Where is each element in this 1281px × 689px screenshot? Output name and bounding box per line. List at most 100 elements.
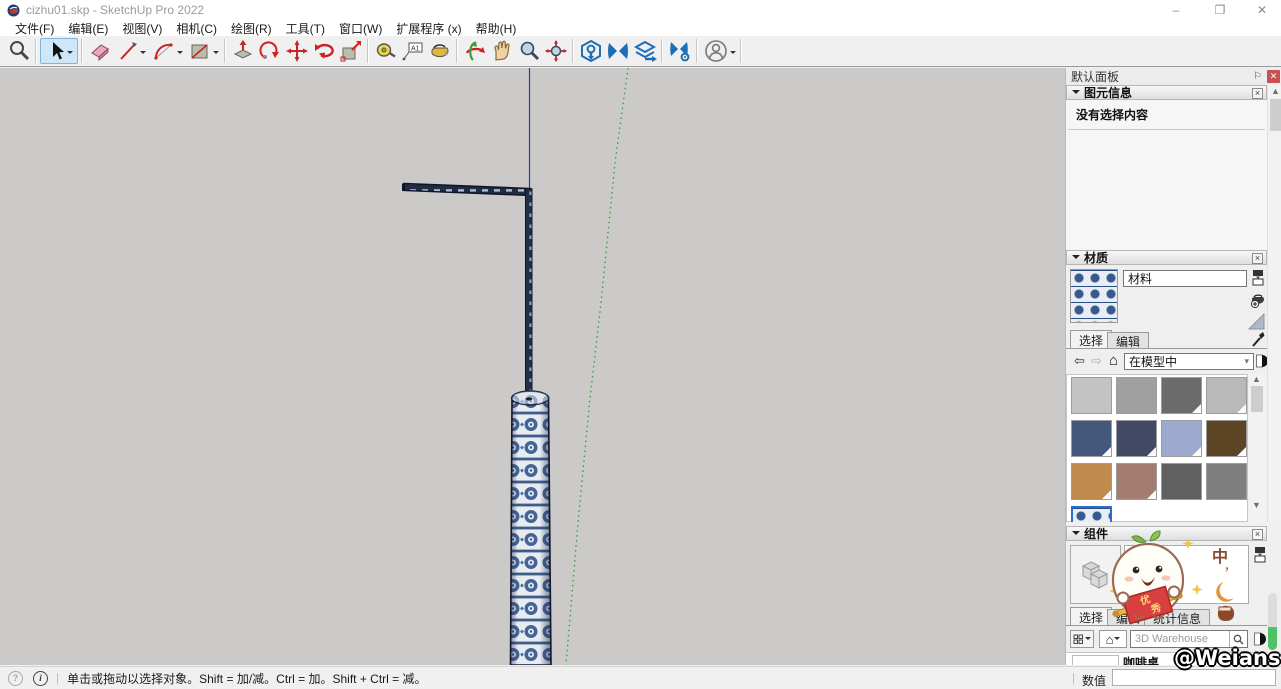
overlay-scrollbar[interactable]: [1268, 593, 1277, 650]
material-preview-thumbnail[interactable]: [1070, 269, 1118, 323]
zoom-extents-button[interactable]: [542, 38, 569, 64]
scrollbar-thumb[interactable]: [1251, 386, 1263, 412]
collapse-triangle-icon[interactable]: [1072, 255, 1080, 263]
materials-tab-select[interactable]: 选择: [1070, 330, 1112, 349]
material-swatch[interactable]: [1116, 463, 1157, 500]
menu-file[interactable]: 文件(F): [8, 20, 61, 37]
lamp-pole[interactable]: [526, 189, 533, 399]
menu-window[interactable]: 窗口(W): [332, 20, 389, 37]
sample-paint-icon[interactable]: [1248, 313, 1265, 330]
orbit-tool-button[interactable]: [461, 38, 488, 64]
info-icon[interactable]: i: [33, 671, 48, 686]
material-swatch[interactable]: [1206, 377, 1247, 414]
material-swatch[interactable]: [1071, 377, 1112, 414]
search-button[interactable]: [1229, 631, 1247, 647]
components-tab-select[interactable]: 选择: [1070, 607, 1112, 626]
components-header[interactable]: 组件 ×: [1066, 526, 1267, 541]
account-button[interactable]: [701, 38, 737, 64]
material-swatch[interactable]: [1071, 506, 1112, 522]
details-arrow-icon[interactable]: [1256, 353, 1267, 369]
help-icon[interactable]: ?: [8, 671, 23, 686]
material-swatch[interactable]: [1161, 420, 1202, 457]
entity-info-body: 没有选择内容: [1066, 100, 1267, 250]
materials-header[interactable]: 材质 ×: [1066, 250, 1267, 265]
pin-icon[interactable]: ⚐: [1253, 71, 1262, 82]
menu-edit[interactable]: 编辑(E): [61, 20, 115, 37]
text-tool-button[interactable]: A1: [399, 38, 426, 64]
skin-extension-button[interactable]: [631, 38, 658, 64]
eyedropper-icon[interactable]: [1251, 331, 1265, 348]
view-options-button[interactable]: [1070, 630, 1094, 648]
tray-close-icon[interactable]: ✕: [1267, 70, 1280, 83]
materials-scrollbar[interactable]: ▲ ▼: [1249, 374, 1265, 522]
entity-info-header[interactable]: 图元信息 ×: [1066, 85, 1267, 100]
minimize-button[interactable]: –: [1154, 0, 1198, 20]
extension-warehouse-button[interactable]: [577, 38, 604, 64]
secondary-pane-icon[interactable]: [1254, 546, 1267, 564]
scrollbar-thumb[interactable]: [1270, 99, 1281, 131]
collapse-triangle-icon[interactable]: [1072, 531, 1080, 539]
close-button[interactable]: ✕: [1240, 0, 1281, 20]
material-swatch[interactable]: [1206, 420, 1247, 457]
material-swatch[interactable]: [1071, 463, 1112, 500]
scroll-down-icon[interactable]: ▼: [1249, 500, 1264, 510]
move-tool-button[interactable]: [283, 38, 310, 64]
zoom-window-icon[interactable]: [5, 38, 32, 64]
material-name-input[interactable]: 材料: [1123, 270, 1247, 287]
search-placeholder: 3D Warehouse: [1135, 633, 1208, 645]
pan-tool-button[interactable]: [488, 38, 515, 64]
restore-button[interactable]: ❐: [1198, 0, 1242, 20]
menu-extensions[interactable]: 扩展程序 (x): [389, 20, 468, 37]
material-swatch[interactable]: [1161, 463, 1202, 500]
entity-info-close-icon[interactable]: ×: [1252, 88, 1263, 99]
paint-bucket-tool-button[interactable]: [426, 38, 453, 64]
model-viewport[interactable]: [0, 68, 1065, 665]
create-material-icon[interactable]: [1250, 291, 1266, 309]
forward-arrow-icon[interactable]: ⇨: [1091, 354, 1102, 367]
components-close-icon[interactable]: ×: [1252, 529, 1263, 540]
menu-tools[interactable]: 工具(T): [279, 20, 332, 37]
menu-camera[interactable]: 相机(C): [169, 20, 224, 37]
component-item-thumbnail[interactable]: [1072, 655, 1119, 665]
components-cubes-icon: [1079, 558, 1113, 592]
material-scope-dropdown[interactable]: 在模型中 ▾: [1124, 353, 1254, 370]
components-tab-statistics[interactable]: 统计信息: [1144, 609, 1210, 626]
components-home-button[interactable]: ⌂: [1099, 630, 1127, 648]
materials-close-icon[interactable]: ×: [1252, 253, 1263, 264]
arc-tool-button[interactable]: [149, 38, 185, 64]
chevron-down-icon: ▾: [1244, 356, 1249, 367]
scale-tool-button[interactable]: [337, 38, 364, 64]
component-item-name[interactable]: 咖啡桌: [1123, 654, 1159, 665]
tape-measure-tool-button[interactable]: [372, 38, 399, 64]
tray-scrollbar[interactable]: ▲: [1267, 85, 1281, 522]
collapse-triangle-icon[interactable]: [1072, 90, 1080, 98]
rectangle-tool-button[interactable]: [185, 38, 221, 64]
materials-tab-edit[interactable]: 编辑: [1107, 332, 1149, 349]
push-pull-tool-button[interactable]: [229, 38, 256, 64]
eraser-tool-button[interactable]: [86, 38, 113, 64]
component-preview-thumbnail[interactable]: [1070, 545, 1121, 604]
material-swatch[interactable]: [1071, 420, 1112, 457]
menu-view[interactable]: 视图(V): [115, 20, 169, 37]
follow-me-tool-button[interactable]: [256, 38, 283, 64]
material-swatch[interactable]: [1161, 377, 1202, 414]
loft-extension-button[interactable]: [604, 38, 631, 64]
material-swatch[interactable]: [1116, 420, 1157, 457]
line-tool-button[interactable]: [113, 38, 149, 64]
secondary-pane-icon[interactable]: [1252, 269, 1265, 287]
home-icon[interactable]: ⌂: [1109, 352, 1118, 369]
zoom-tool-button[interactable]: [515, 38, 542, 64]
scroll-up-icon[interactable]: ▲: [1249, 374, 1264, 384]
select-tool-button[interactable]: [40, 38, 78, 64]
menu-help[interactable]: 帮助(H): [469, 20, 524, 37]
components-tab-edit[interactable]: 编辑: [1107, 609, 1149, 626]
scroll-up-icon[interactable]: ▲: [1268, 86, 1281, 96]
rotate-tool-button[interactable]: [310, 38, 337, 64]
measurement-input[interactable]: [1112, 669, 1276, 686]
material-swatch[interactable]: [1116, 377, 1157, 414]
back-arrow-icon[interactable]: ⇦: [1074, 354, 1085, 367]
extension-settings-button[interactable]: [666, 38, 693, 64]
material-swatch[interactable]: [1206, 463, 1247, 500]
menu-draw[interactable]: 绘图(R): [224, 20, 279, 37]
details-arrow-icon[interactable]: [1254, 631, 1266, 647]
